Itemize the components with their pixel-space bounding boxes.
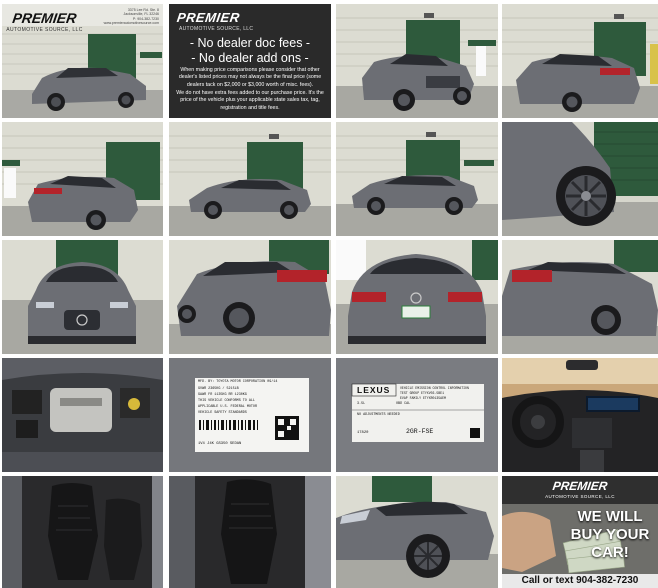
emissions-engine-code: 2GR-FSE — [406, 428, 434, 435]
dealer-address: 3375 Lee Rd. Ste. 8 Jacksonville, FL 322… — [99, 8, 159, 26]
photo-interior-driver-seat[interactable] — [169, 476, 331, 588]
front-3q-image — [336, 4, 498, 118]
vin-label-background — [169, 358, 331, 472]
vin-label-row: THIS VEHICLE CONFORMS TO ALL — [198, 399, 255, 403]
dealer-address-line: www.premierautomotivesource.com — [103, 21, 159, 26]
no-extra-fees-note: We do not have extra fees added to our p… — [176, 90, 324, 111]
photo-exterior-side-left[interactable] — [169, 122, 331, 236]
photo-exterior-rear-3q-right[interactable] — [502, 4, 658, 118]
rear-3q-right-image — [502, 4, 658, 118]
emissions-row: NO ADJUSTMENTS NEEDED — [357, 413, 400, 417]
photo-fees-banner[interactable]: PREMIER AUTOMOTIVE SOURCE, LLC - No deal… — [169, 4, 331, 118]
photo-exterior-front[interactable] — [2, 240, 163, 354]
emissions-row: VEHICLE EMISSION CONTROL INFORMATION — [400, 386, 469, 390]
side-left-image — [169, 122, 331, 236]
photo-detail-headlight-wheel[interactable] — [336, 476, 498, 588]
vin-manufacturer-line: MFD. BY: TOYOTA MOTOR CORPORATION 09/14 — [198, 380, 278, 384]
price-comparison-note: When making price comparisons please con… — [178, 67, 322, 88]
emissions-footer-code: 17820 — [357, 431, 369, 435]
no-doc-fees-headline: - No dealer doc fees - — [189, 36, 311, 50]
dealer-logo-subtitle: AUTOMOTIVE SOURCE, LLC — [6, 27, 83, 33]
photo-detail-front-wheel[interactable] — [502, 122, 658, 236]
rear-image — [336, 240, 498, 354]
banner-dealer-subtitle: AUTOMOTIVE SOURCE, LLC — [179, 26, 254, 32]
banner-dealer-logo: PREMIER — [175, 10, 241, 25]
emissions-row: 3.5L — [357, 402, 366, 406]
photo-exterior-rear-3q-right-close[interactable] — [502, 240, 658, 354]
photo-buy-your-car[interactable]: PREMIER AUTOMOTIVE SOURCE, LLC WE WILL B… — [502, 476, 658, 588]
emissions-row: EVAP FAMILY ETYXR0135AEM — [400, 396, 446, 400]
photo-engine-bay[interactable] — [2, 358, 163, 472]
engine-bay-image — [2, 358, 163, 472]
rear-3q-right-close-image — [502, 240, 658, 354]
rear-3q-left-close-image — [169, 240, 331, 354]
photo-exterior-rear-3q-left[interactable] — [2, 122, 163, 236]
photo-exterior-front-3q[interactable] — [336, 4, 498, 118]
emissions-brand: LEXUS — [357, 385, 391, 395]
buy-card-dealer-logo: PREMIER — [551, 479, 609, 493]
dashboard-image — [502, 358, 658, 472]
buy-card-line-1: WE WILL — [577, 508, 643, 525]
photo-exterior-rear-3q-left-close[interactable] — [169, 240, 331, 354]
driver-seat-image — [169, 476, 331, 588]
buy-card-line-3: CAR! — [591, 544, 629, 561]
front-wheel-image — [502, 122, 658, 236]
buy-card-call-text: Call or text 904-382-7230 — [502, 574, 658, 588]
photo-vin-label[interactable]: MFD. BY: TOYOTA MOTOR CORPORATION 09/14 … — [169, 358, 331, 472]
photo-dealer-logo[interactable]: PREMIER AUTOMOTIVE SOURCE, LLC 3375 Lee … — [2, 4, 163, 118]
photo-emissions-label[interactable]: LEXUS VEHICLE EMISSION CONTROL INFORMATI… — [336, 358, 498, 472]
vin-label-row: APPLICABLE U.S. FEDERAL MOTOR — [198, 405, 258, 409]
vin-label-row: GAWR FR 1135KG RR 1230KG — [198, 393, 247, 397]
rear-3q-left-image — [2, 122, 163, 236]
photo-exterior-side-left-wide[interactable] — [336, 122, 498, 236]
vin-label-row: VEHICLE SAFETY STANDARDS — [198, 411, 247, 415]
front-seats-image — [2, 476, 163, 588]
no-add-ons-headline: - No dealer add ons - — [191, 51, 309, 65]
emissions-row: OBD CAL — [396, 402, 411, 406]
vin-label-footer: 1V4 J4K GS350 SEDAN — [198, 442, 242, 446]
buy-card-line-2: BUY YOUR — [570, 526, 650, 543]
side-left-wide-image — [336, 122, 498, 236]
buy-card-dealer-subtitle: AUTOMOTIVE SOURCE, LLC — [545, 494, 615, 499]
front-image — [2, 240, 163, 354]
headlight-wheel-image — [336, 476, 498, 588]
photo-interior-front-seats[interactable] — [2, 476, 163, 588]
photo-gallery-grid: PREMIER AUTOMOTIVE SOURCE, LLC 3375 Lee … — [0, 0, 658, 588]
vin-label-row: GVWR 2365KG / 5215LB — [198, 387, 239, 391]
photo-exterior-rear[interactable] — [336, 240, 498, 354]
emissions-row: TEST GROUP ETYXV03.5BE1 — [400, 391, 444, 395]
photo-dashboard[interactable] — [502, 358, 658, 472]
